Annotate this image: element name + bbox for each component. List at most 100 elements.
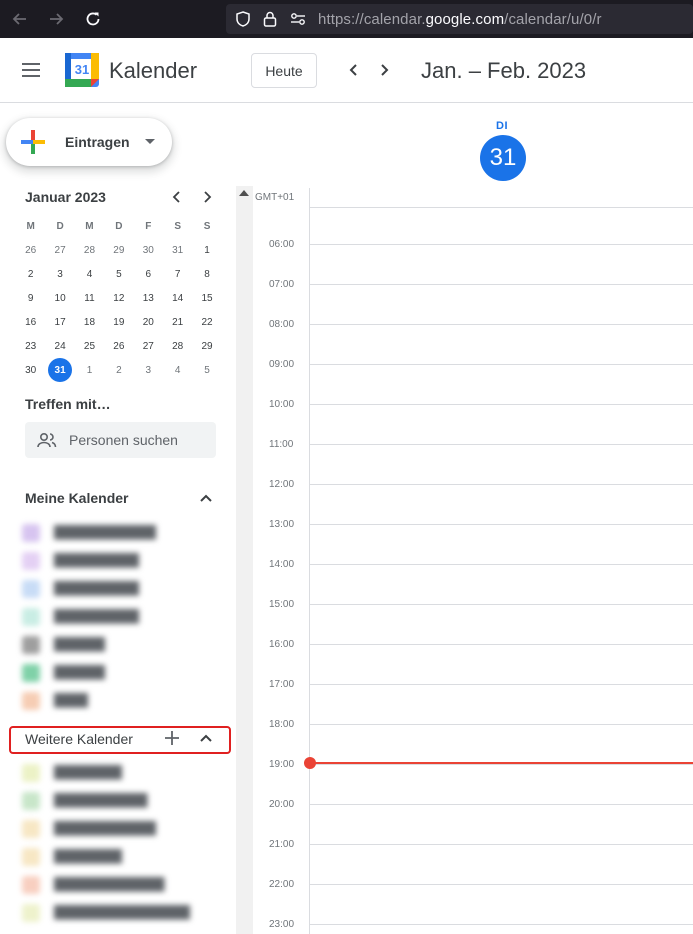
mini-day[interactable]: 6 [134,262,163,286]
other-calendars-collapse-chevron-icon[interactable] [196,728,216,748]
mini-day[interactable]: 23 [16,334,45,358]
caret-down-icon [145,139,155,144]
mini-day[interactable]: 26 [104,334,133,358]
calendar-checkbox[interactable] [22,580,40,598]
scroll-up-arrow-icon[interactable] [239,190,249,196]
my-calendars-collapse-chevron-icon[interactable] [196,488,216,508]
sidebar-scrollbar[interactable] [236,186,253,934]
mini-day[interactable]: 19 [104,310,133,334]
mini-day[interactable]: 12 [104,286,133,310]
mini-day[interactable]: 24 [45,334,74,358]
calendar-checkbox[interactable] [22,792,40,810]
today-button[interactable]: Heute [251,53,317,88]
current-period-title: Jan. – Feb. 2023 [421,58,587,83]
mini-day[interactable]: 8 [192,262,221,286]
calendar-checkbox[interactable] [22,820,40,838]
forward-arrow-icon[interactable] [45,8,67,30]
mini-day[interactable]: 21 [163,310,192,334]
mini-day[interactable]: 26 [16,238,45,262]
my-calendars-title[interactable]: Meine Kalender [25,490,128,506]
other-calendar-item[interactable]: ████████████████ [22,902,222,924]
mini-day[interactable]: 1 [75,358,104,382]
other-calendars-title[interactable]: Weitere Kalender [25,731,133,747]
permissions-icon[interactable] [289,11,307,32]
hour-label: 06:00 [269,239,295,250]
mini-day[interactable]: 14 [163,286,192,310]
calendar-name-blurred: ██████████ [54,581,140,595]
other-calendar-item[interactable]: ████████ [22,762,222,784]
mini-next-month-chevron-icon[interactable] [198,187,216,207]
mini-day[interactable]: 2 [104,358,133,382]
my-calendar-item[interactable]: ██████ [22,634,222,656]
mini-day[interactable]: 17 [45,310,74,334]
hour-label: 15:00 [269,599,295,610]
previous-period-chevron-icon[interactable] [341,58,365,82]
people-search-input[interactable]: Personen suchen [25,422,216,458]
other-calendar-item[interactable]: ███████████ [22,790,222,812]
mini-day[interactable]: 10 [45,286,74,310]
calendar-name-blurred: ████████████████ [54,905,191,919]
mini-day[interactable]: 28 [163,334,192,358]
reload-icon[interactable] [82,8,104,30]
mini-day[interactable]: 13 [134,286,163,310]
mini-prev-month-chevron-icon[interactable] [168,187,186,207]
mini-day[interactable]: 4 [75,262,104,286]
mini-day[interactable]: 22 [192,310,221,334]
calendar-name-blurred: ██████ [54,665,106,679]
other-calendar-item[interactable]: ████████████ [22,818,222,840]
mini-day[interactable]: 9 [16,286,45,310]
mini-day[interactable]: 3 [134,358,163,382]
next-period-chevron-icon[interactable] [373,58,397,82]
mini-day[interactable]: 3 [45,262,74,286]
main-menu-icon[interactable] [22,63,42,79]
my-calendar-item[interactable]: ████ [22,690,222,712]
other-calendar-item[interactable]: ████████ [22,846,222,868]
mini-day[interactable]: 27 [134,334,163,358]
mini-day[interactable]: 4 [163,358,192,382]
other-calendar-item[interactable]: █████████████ [22,874,222,896]
calendar-checkbox[interactable] [22,636,40,654]
mini-day[interactable]: 11 [75,286,104,310]
mini-day[interactable]: 29 [192,334,221,358]
mini-day[interactable]: 5 [192,358,221,382]
calendar-checkbox[interactable] [22,552,40,570]
mini-day[interactable]: 30 [16,358,45,382]
calendar-checkbox[interactable] [22,904,40,922]
mini-day[interactable]: 30 [134,238,163,262]
my-calendar-item[interactable]: ████████████ [22,522,222,544]
shield-icon[interactable] [234,10,252,33]
calendar-checkbox[interactable] [22,524,40,542]
mini-day[interactable]: 2 [16,262,45,286]
hour-gridline [309,444,693,445]
calendar-checkbox[interactable] [22,692,40,710]
lock-icon[interactable] [262,10,278,33]
add-other-calendar-plus-icon[interactable] [164,730,180,746]
mini-day[interactable]: 28 [75,238,104,262]
calendar-checkbox[interactable] [22,764,40,782]
my-calendar-item[interactable]: ██████████ [22,550,222,572]
calendar-logo-icon[interactable]: 31 [65,53,99,87]
mini-day[interactable]: 1 [192,238,221,262]
my-calendar-item[interactable]: ██████████ [22,578,222,600]
mini-day[interactable]: 29 [104,238,133,262]
calendar-checkbox[interactable] [22,848,40,866]
mini-day[interactable]: 16 [16,310,45,334]
calendar-checkbox[interactable] [22,608,40,626]
mini-day[interactable]: 25 [75,334,104,358]
mini-day-today[interactable]: 31 [45,358,74,382]
create-event-button[interactable]: Eintragen [6,118,172,166]
mini-day[interactable]: 5 [104,262,133,286]
url-text[interactable]: https://calendar.google.com/calendar/u/0… [318,11,602,28]
calendar-checkbox[interactable] [22,876,40,894]
mini-day[interactable]: 7 [163,262,192,286]
mini-day[interactable]: 27 [45,238,74,262]
back-arrow-icon[interactable] [9,8,31,30]
my-calendar-item[interactable]: ██████████ [22,606,222,628]
calendar-checkbox[interactable] [22,664,40,682]
mini-day[interactable]: 20 [134,310,163,334]
mini-day[interactable]: 15 [192,286,221,310]
mini-day[interactable]: 18 [75,310,104,334]
my-calendar-item[interactable]: ██████ [22,662,222,684]
day-number-button[interactable]: 31 [480,135,526,181]
mini-day[interactable]: 31 [163,238,192,262]
